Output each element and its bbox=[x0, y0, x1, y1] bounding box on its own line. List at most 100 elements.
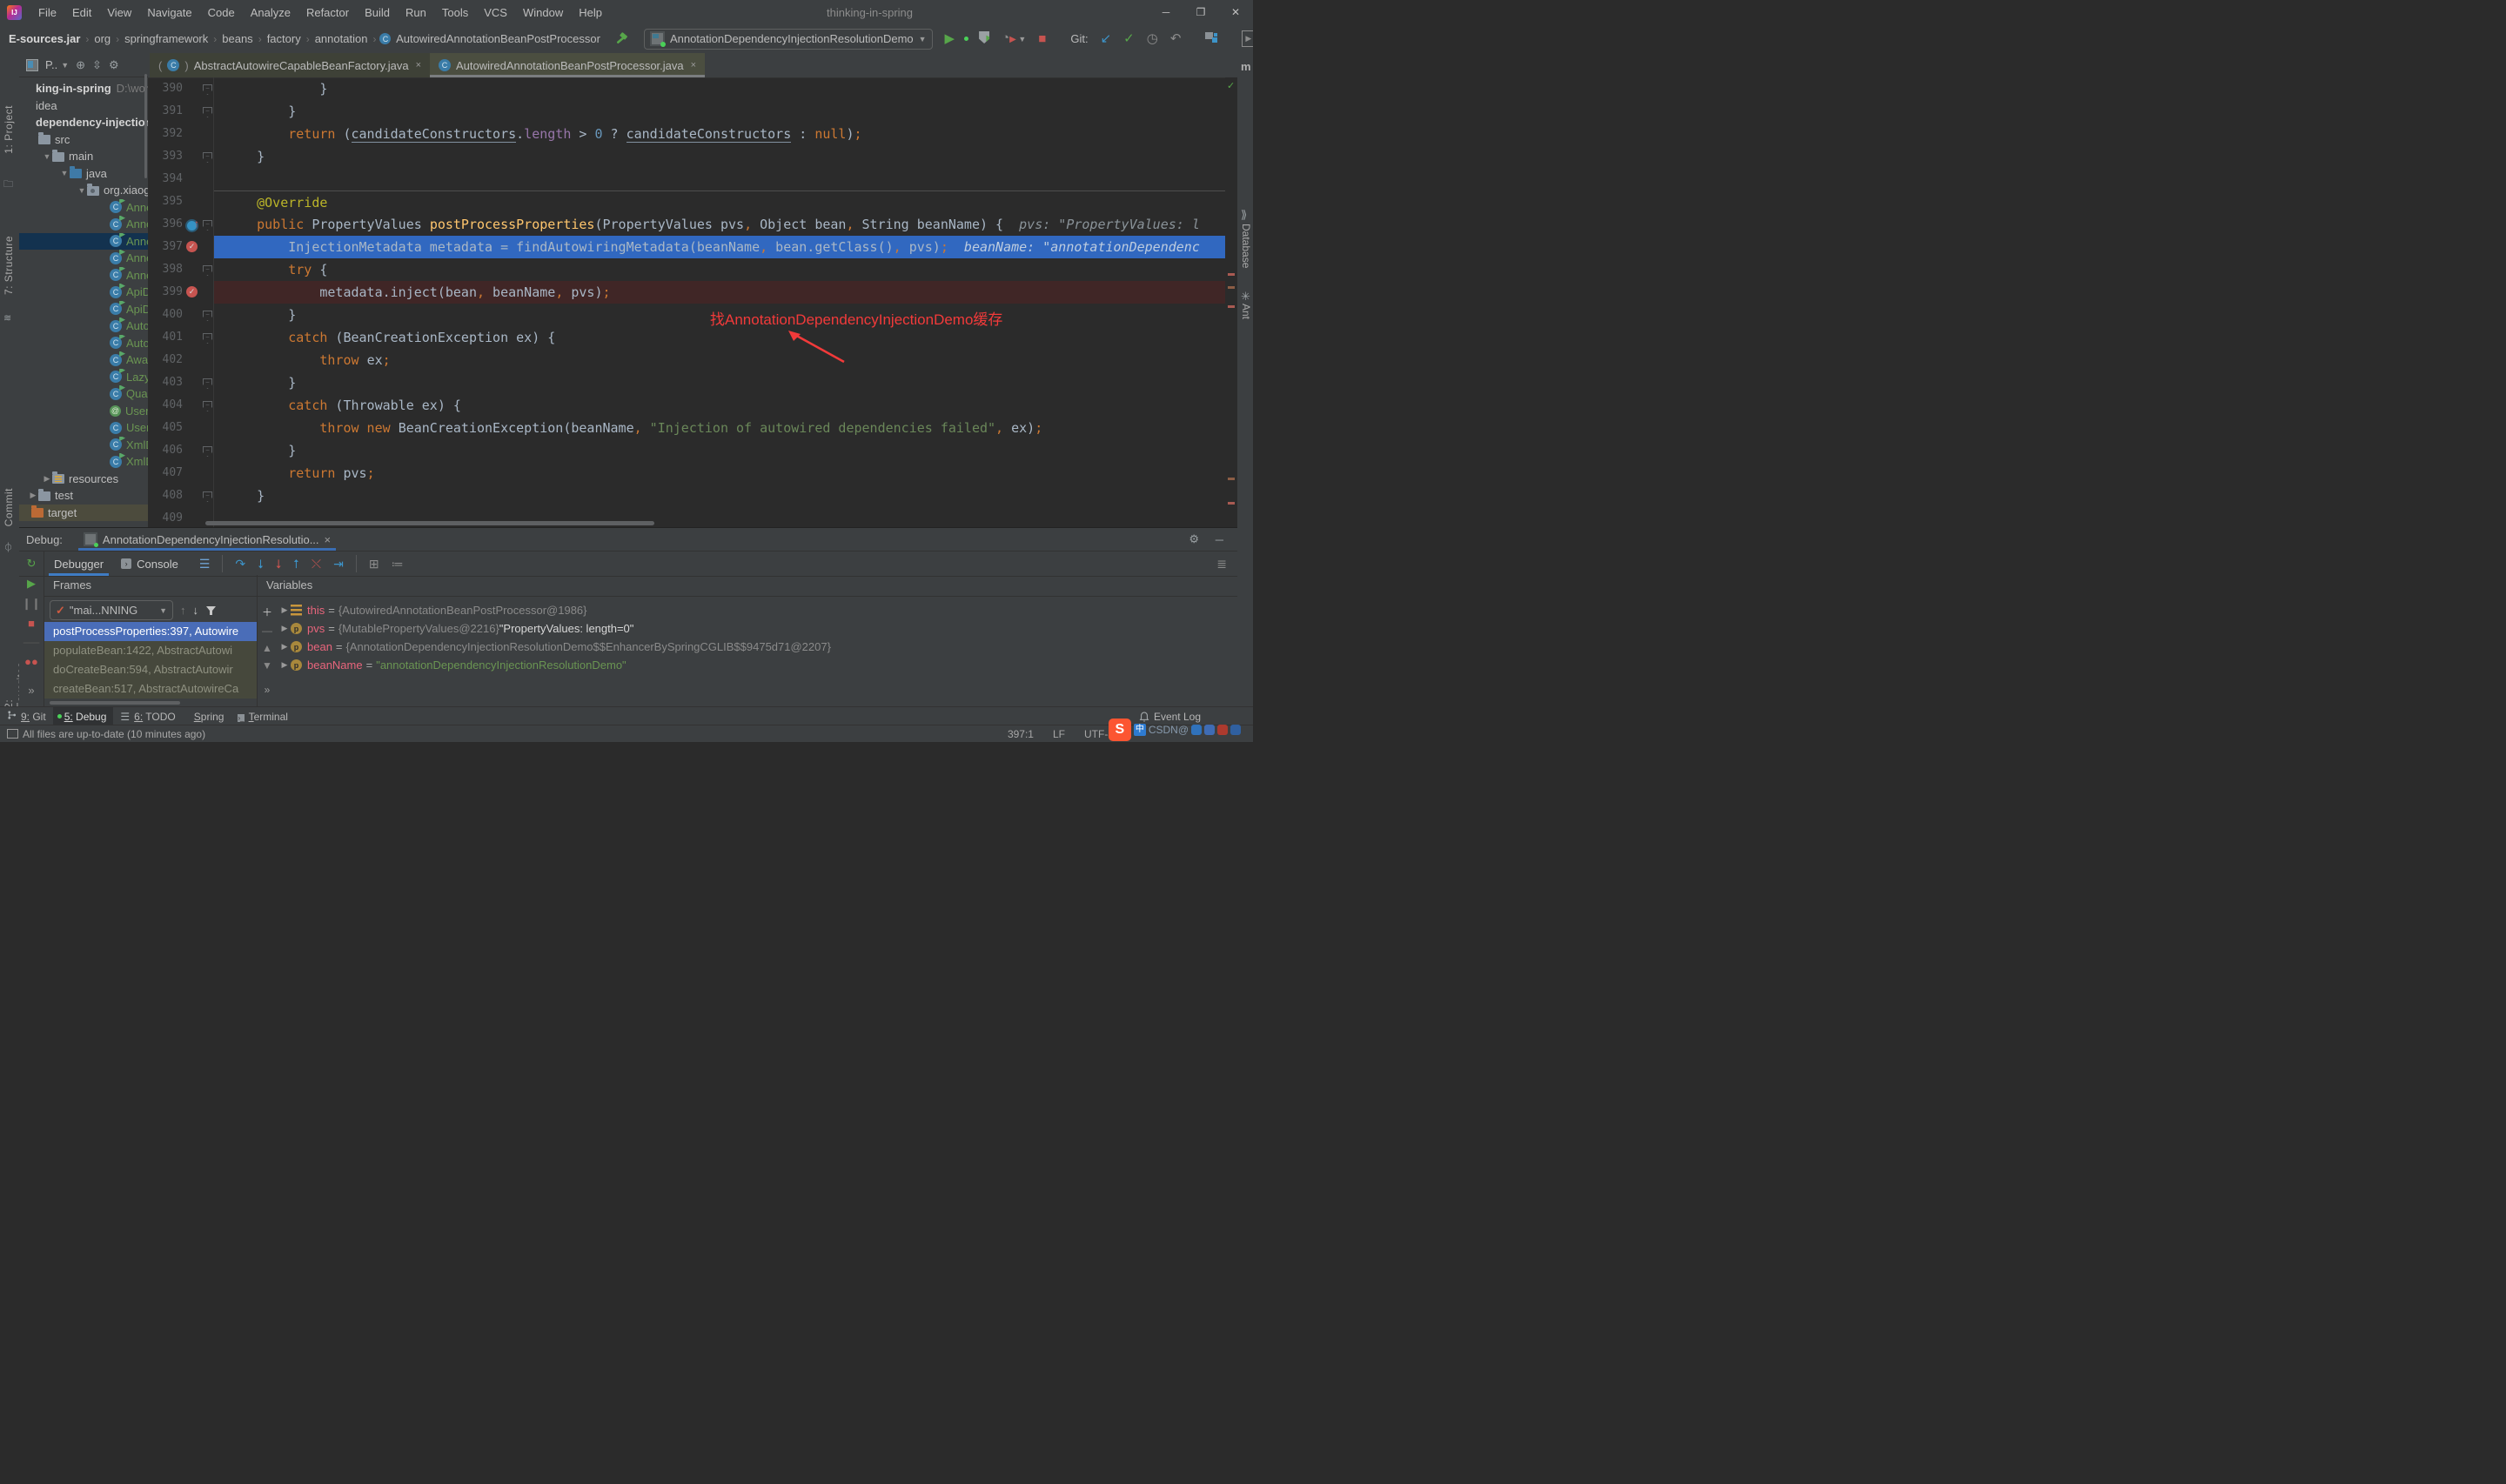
stop-button[interactable]: ■ bbox=[1038, 32, 1046, 45]
code-line[interactable]: 393− } bbox=[148, 145, 1225, 168]
locate-file-icon[interactable]: ⊕ bbox=[76, 58, 85, 72]
code-line[interactable]: 404− catch (Throwable ex) { bbox=[148, 394, 1225, 417]
code-line[interactable]: 408− } bbox=[148, 485, 1225, 507]
tree-item[interactable]: ▼org.xiaoge.t bbox=[19, 182, 148, 199]
override-method-icon[interactable] bbox=[185, 219, 198, 232]
gear-icon[interactable]: ⚙ bbox=[1189, 532, 1199, 546]
git-history-icon[interactable]: ◷ bbox=[1147, 32, 1158, 45]
tree-item[interactable]: C▶Autowiri bbox=[19, 335, 148, 352]
build-hammer-icon[interactable] bbox=[614, 32, 628, 46]
menu-item-window[interactable]: Window bbox=[515, 6, 571, 19]
frame-row[interactable]: doCreateBean:594, AbstractAutowir bbox=[44, 660, 257, 679]
breadcrumb-item[interactable]: springframework bbox=[123, 32, 210, 45]
tree-item[interactable]: C▶Annotati bbox=[19, 233, 148, 251]
fold-marker-icon[interactable]: − bbox=[203, 311, 212, 321]
menu-item-navigate[interactable]: Navigate bbox=[139, 6, 199, 19]
resume-icon[interactable]: ▶ bbox=[19, 577, 44, 591]
menu-item-vcs[interactable]: VCS bbox=[476, 6, 515, 19]
tree-item[interactable]: king-in-springD:\wor bbox=[19, 80, 148, 97]
menu-item-run[interactable]: Run bbox=[398, 6, 434, 19]
toolwindow-button-spring[interactable]: Spring bbox=[183, 707, 231, 725]
menu-item-file[interactable]: File bbox=[30, 6, 64, 19]
toolbar-menu-icon[interactable]: ☰ bbox=[199, 557, 211, 572]
collapse-all-icon[interactable]: ⇳ bbox=[92, 58, 102, 72]
hide-panel-icon[interactable]: ─ bbox=[1216, 533, 1223, 546]
breadcrumb-item[interactable]: factory bbox=[265, 32, 303, 45]
more-icon[interactable]: » bbox=[19, 684, 44, 697]
fold-marker-icon[interactable]: − bbox=[203, 401, 212, 411]
code-line[interactable]: 400− } bbox=[148, 304, 1225, 326]
variable-row[interactable]: ▶pbean={AnnotationDependencyInjectionRes… bbox=[278, 638, 1237, 656]
maven-icon[interactable]: m bbox=[1241, 60, 1251, 73]
next-frame-icon[interactable]: ↓ bbox=[193, 604, 199, 617]
run-button[interactable]: ▶ bbox=[945, 32, 955, 45]
drop-frame-icon[interactable]: ⤬ bbox=[312, 557, 321, 572]
settings-layout-icon[interactable]: ≔ bbox=[392, 557, 404, 572]
tree-item[interactable]: C▶Annotati bbox=[19, 250, 148, 267]
code-line[interactable]: 394 bbox=[148, 168, 1225, 191]
close-icon[interactable]: × bbox=[325, 533, 332, 546]
frame-row[interactable]: createBean:517, AbstractAutowireCa bbox=[44, 679, 257, 699]
variable-row[interactable]: ▶this={AutowiredAnnotationBeanPostProces… bbox=[278, 601, 1237, 619]
fold-marker-icon[interactable]: − bbox=[203, 107, 212, 117]
menu-item-build[interactable]: Build bbox=[357, 6, 398, 19]
step-over-icon[interactable]: ↷ bbox=[235, 557, 245, 572]
maximize-icon[interactable]: ❐ bbox=[1183, 0, 1218, 24]
breakpoint-icon[interactable]: ✓ bbox=[186, 286, 198, 297]
step-into-icon[interactable]: ⭣ bbox=[258, 557, 264, 572]
code-line[interactable]: 405 throw new BeanCreationException(bean… bbox=[148, 417, 1225, 439]
project-tree-scrollbar[interactable] bbox=[144, 74, 147, 178]
tree-item[interactable]: C▶XmlDepe bbox=[19, 437, 148, 454]
gear-icon[interactable]: ⚙ bbox=[109, 58, 119, 72]
toolwindow-database-button[interactable]: Database bbox=[1240, 224, 1252, 268]
tree-item[interactable]: idea bbox=[19, 97, 148, 115]
tree-chevron-icon[interactable]: ▶ bbox=[42, 474, 52, 484]
code-line[interactable]: 401− catch (BeanCreationException ex) { bbox=[148, 326, 1225, 349]
run-anything-icon[interactable]: ▶ bbox=[1242, 30, 1253, 47]
toolwindow-ant-button[interactable]: Ant bbox=[1240, 304, 1252, 319]
tree-item[interactable]: target bbox=[19, 505, 148, 522]
run-to-cursor-icon[interactable]: ⇥ bbox=[333, 557, 344, 572]
code-line[interactable]: 398− try { bbox=[148, 258, 1225, 281]
fold-marker-icon[interactable]: − bbox=[203, 333, 212, 344]
toolwindow-button-todo[interactable]: ☰6: TODO bbox=[113, 707, 182, 725]
tree-item[interactable]: C▶Annotati bbox=[19, 216, 148, 233]
move-down-icon[interactable]: ▼ bbox=[258, 659, 277, 672]
frame-row[interactable]: postProcessProperties:397, Autowire bbox=[44, 622, 257, 641]
tree-item[interactable]: src bbox=[19, 131, 148, 149]
variable-row[interactable]: ▶pbeanName="annotationDependencyInjectio… bbox=[278, 656, 1237, 674]
git-update-icon[interactable]: ↙ bbox=[1101, 32, 1112, 45]
frame-row[interactable]: populateBean:1422, AbstractAutowi bbox=[44, 641, 257, 660]
editor-error-stripe[interactable]: ✓ bbox=[1225, 77, 1237, 527]
tree-item[interactable]: C▶ApiDepe bbox=[19, 284, 148, 301]
tree-item[interactable]: ▼main bbox=[19, 148, 148, 165]
menu-item-view[interactable]: View bbox=[99, 6, 139, 19]
close-icon[interactable]: × bbox=[416, 60, 421, 70]
thread-selector[interactable]: ✓ "mai...NNING ▼ bbox=[50, 600, 173, 620]
prev-frame-icon[interactable]: ↑ bbox=[180, 604, 186, 617]
frames-hscrollbar[interactable] bbox=[50, 701, 180, 705]
breakpoint-icon[interactable]: ✓ bbox=[186, 241, 198, 252]
tree-item[interactable]: @UserGrou bbox=[19, 403, 148, 420]
breadcrumb-item[interactable]: org bbox=[92, 32, 112, 45]
editor-tab-abstract-autowire[interactable]: (C) AbstractAutowireCapableBeanFactory.j… bbox=[150, 53, 430, 77]
mute-breakpoints-icon[interactable]: ●● bbox=[19, 655, 44, 668]
filter-frames-icon[interactable] bbox=[205, 605, 217, 616]
code-line[interactable]: 396− public PropertyValues postProcessPr… bbox=[148, 213, 1225, 236]
close-icon[interactable]: × bbox=[691, 60, 696, 70]
expand-triangle-icon[interactable]: ▶ bbox=[278, 605, 291, 615]
code-line[interactable]: 399✓ metadata.inject(bean, beanName, pvs… bbox=[148, 281, 1225, 304]
pause-icon[interactable]: ❙❙ bbox=[19, 597, 44, 611]
tree-item[interactable]: dependency-injection bbox=[19, 114, 148, 131]
tree-item[interactable]: ▼java bbox=[19, 165, 148, 183]
profiler-button[interactable]: ◔▶ ▼ bbox=[1002, 31, 1026, 46]
breadcrumb-item[interactable]: annotation bbox=[313, 32, 370, 45]
fold-marker-icon[interactable]: − bbox=[203, 446, 212, 457]
toolwindow-project-button[interactable]: 1: Project bbox=[3, 105, 15, 154]
tree-chevron-icon[interactable]: ▶ bbox=[28, 491, 38, 500]
line-separator[interactable]: LF bbox=[1053, 728, 1065, 740]
move-up-icon[interactable]: ▲ bbox=[258, 642, 277, 654]
menu-item-analyze[interactable]: Analyze bbox=[243, 6, 298, 19]
tree-item[interactable]: CUserHol bbox=[19, 419, 148, 437]
fold-marker-icon[interactable]: − bbox=[203, 265, 212, 276]
